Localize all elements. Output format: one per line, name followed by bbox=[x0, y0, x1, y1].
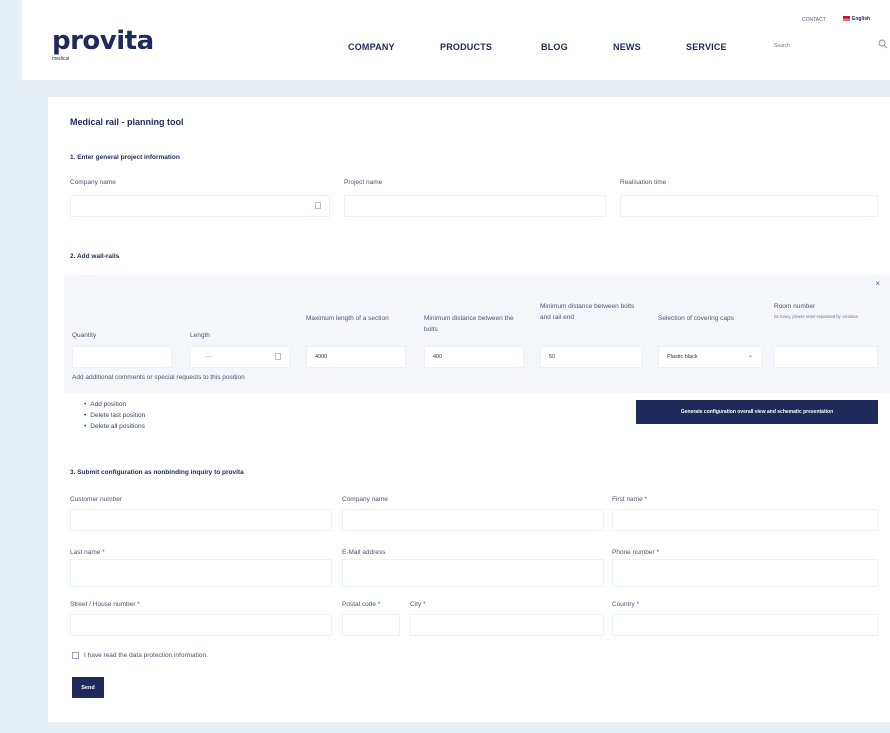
room-number-label: Room number bbox=[774, 303, 816, 310]
nav-products[interactable]: PRODUCTS bbox=[440, 42, 492, 52]
postal-code-field[interactable] bbox=[342, 614, 400, 636]
caps-label: Selection of covering caps bbox=[658, 315, 734, 322]
logo-subtitle: medical bbox=[52, 56, 70, 62]
length-placeholder: ---- bbox=[205, 354, 213, 360]
page-title: Medical rail - planning tool bbox=[70, 117, 184, 127]
min-distance-value: 400 bbox=[433, 354, 443, 360]
realisation-time-field[interactable] bbox=[620, 195, 878, 217]
caps-value: Plastic black bbox=[667, 354, 698, 360]
section3-heading: 3. Submit configuration as nonbinding in… bbox=[70, 469, 244, 476]
street-field[interactable] bbox=[70, 614, 332, 636]
realisation-time-label: Realisation time bbox=[620, 179, 667, 186]
site-header: provita medical COMPANY PRODUCTS BLOG NE… bbox=[22, 0, 890, 80]
provita-logo[interactable]: provita bbox=[52, 26, 154, 56]
language-selector[interactable]: English bbox=[852, 16, 870, 22]
first-name-field[interactable] bbox=[612, 509, 878, 531]
min-distance-field[interactable]: 400 bbox=[424, 346, 524, 368]
city-label: City * bbox=[410, 601, 426, 608]
nav-company[interactable]: COMPANY bbox=[348, 42, 395, 52]
privacy-checkbox[interactable] bbox=[72, 652, 79, 659]
email-label: E-Mail address bbox=[342, 549, 386, 556]
postal-code-label: Postal code * bbox=[342, 601, 381, 608]
caps-select[interactable]: Plastic black ⌄ bbox=[658, 346, 762, 368]
chevron-down-icon: ⌄ bbox=[747, 353, 753, 359]
first-name-label: First name * bbox=[612, 496, 648, 503]
send-button[interactable]: Send bbox=[72, 677, 104, 698]
comments-label[interactable]: Add additional comments or special reque… bbox=[72, 372, 245, 383]
customer-number-field[interactable] bbox=[70, 509, 332, 531]
nav-news[interactable]: NEWS bbox=[613, 42, 641, 52]
last-name-field[interactable] bbox=[70, 559, 332, 587]
close-icon[interactable]: × bbox=[875, 279, 880, 288]
max-length-field[interactable]: 4000 bbox=[306, 346, 406, 368]
country-field[interactable] bbox=[612, 614, 878, 636]
delete-last-position-link[interactable]: Delete last position bbox=[84, 410, 145, 421]
project-name-field[interactable] bbox=[344, 195, 606, 217]
country-label: Country * bbox=[612, 601, 640, 608]
position-actions: Add position Delete last position Delete… bbox=[84, 399, 145, 432]
quantity-field[interactable] bbox=[72, 346, 172, 368]
nav-blog[interactable]: BLOG bbox=[541, 42, 568, 52]
city-field[interactable] bbox=[410, 614, 604, 636]
section1-heading: 1. Enter general project information bbox=[70, 154, 180, 161]
search-icon[interactable] bbox=[878, 39, 888, 49]
nav-service[interactable]: SERVICE bbox=[686, 42, 727, 52]
phone-field[interactable] bbox=[612, 559, 878, 587]
section2-heading: 2. Add wall-rails bbox=[70, 253, 120, 260]
company-name-label-2: Company name bbox=[342, 496, 388, 503]
quantity-label: Quantity bbox=[72, 332, 97, 339]
room-number-field[interactable] bbox=[774, 346, 878, 368]
privacy-label: I have read the data protection informat… bbox=[84, 652, 208, 659]
add-position-link[interactable]: Add position bbox=[84, 399, 145, 410]
company-name-label: Company name bbox=[70, 179, 116, 186]
max-length-value: 4000 bbox=[315, 354, 328, 360]
phone-label: Phone number * bbox=[612, 549, 659, 556]
stepper-icon bbox=[275, 353, 281, 360]
contact-link[interactable]: CONTACT bbox=[802, 17, 826, 23]
min-distance-end-label: Minimum distance between bolts and rail … bbox=[540, 303, 635, 321]
uk-flag-icon bbox=[843, 16, 850, 21]
street-label: Street / House number * bbox=[70, 601, 140, 608]
length-field[interactable]: ---- bbox=[190, 346, 290, 368]
calendar-icon bbox=[315, 202, 321, 209]
max-length-label: Maximum length of a section bbox=[306, 315, 389, 322]
room-number-hint: for many, please enter separated by comm… bbox=[774, 314, 858, 319]
last-name-label: Last name * bbox=[70, 549, 105, 556]
min-distance-end-field[interactable]: 50 bbox=[540, 346, 642, 368]
search-input[interactable] bbox=[774, 40, 864, 52]
delete-all-positions-link[interactable]: Delete all positions bbox=[84, 421, 145, 432]
planning-tool-panel: Medical rail - planning tool 1. Enter ge… bbox=[48, 97, 890, 722]
customer-number-label: Customer number bbox=[70, 496, 123, 503]
min-distance-end-value: 50 bbox=[549, 354, 556, 360]
generate-configuration-button[interactable]: Generate configuration overall view and … bbox=[636, 400, 878, 424]
project-name-label: Project name bbox=[344, 179, 383, 186]
company-name-field-2[interactable] bbox=[342, 509, 604, 531]
email-field[interactable] bbox=[342, 559, 604, 587]
min-distance-label: Minimum distance between the bolts bbox=[424, 315, 514, 333]
length-label: Length bbox=[190, 332, 210, 339]
company-name-field[interactable] bbox=[70, 195, 330, 217]
